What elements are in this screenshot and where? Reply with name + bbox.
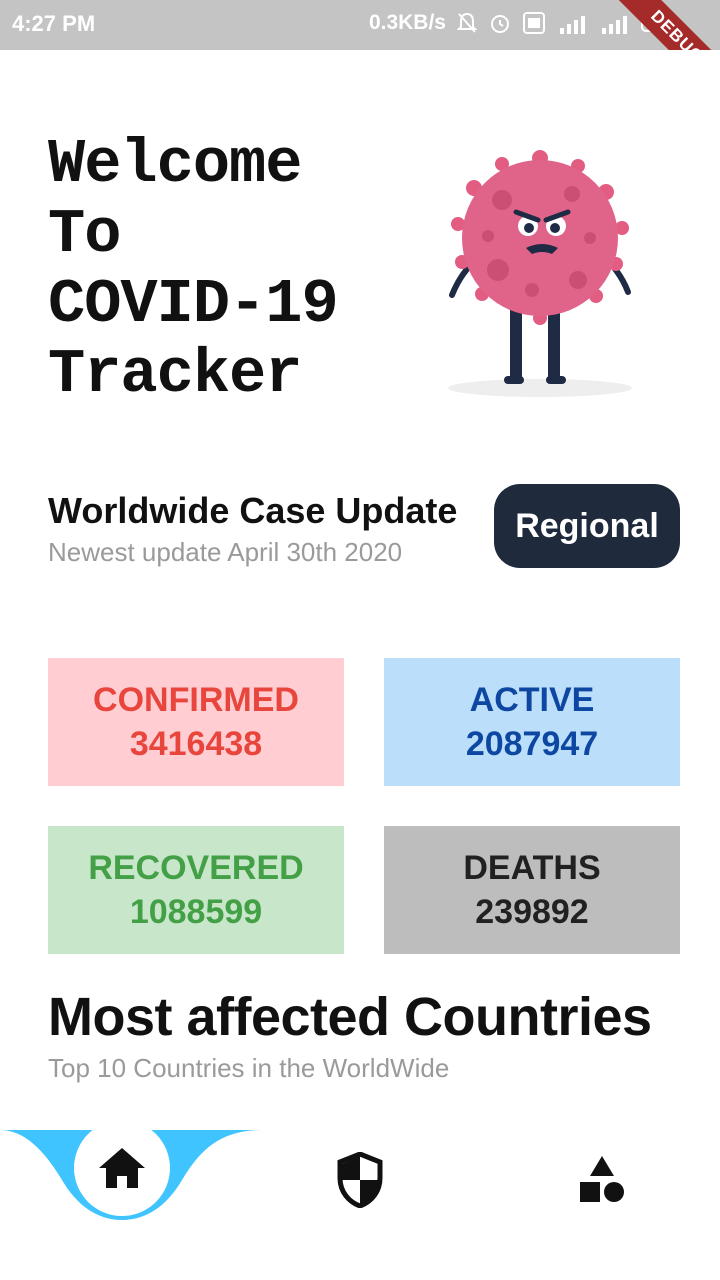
deaths-label: DEATHS	[463, 849, 601, 887]
deaths-value: 239892	[475, 893, 589, 931]
active-value: 2087947	[465, 725, 599, 763]
recovered-label: RECOVERED	[88, 849, 304, 887]
confirmed-card[interactable]: CONFIRMED 3416438	[48, 658, 344, 786]
most-affected-subtitle: Top 10 Countries in the WorldWide	[48, 1053, 450, 1083]
nav-home-button[interactable]	[74, 1120, 170, 1216]
nav-shapes-button[interactable]	[572, 1150, 632, 1210]
virus-foot-right	[546, 376, 566, 384]
most-affected-title: Most affected Countries	[48, 987, 652, 1047]
shapes-icon	[580, 1156, 624, 1202]
case-update-title: Worldwide Case Update	[48, 490, 458, 531]
bottom-nav	[0, 1120, 720, 1280]
status-bar: 4:27 PM 0.3KB/s DEBUG	[0, 0, 720, 50]
volte-icon	[523, 12, 545, 34]
case-update-subtitle: Newest update April 30th 2020	[48, 537, 403, 567]
virus-leg-right	[548, 305, 560, 383]
virus-leg-left	[510, 305, 522, 383]
active-card[interactable]: ACTIVE 2087947	[384, 658, 680, 786]
home-icon	[99, 1148, 145, 1188]
signal-icon	[602, 16, 627, 34]
active-label: ACTIVE	[469, 681, 595, 719]
recovered-card[interactable]: RECOVERED 1088599	[48, 826, 344, 954]
signal-4g-icon	[560, 16, 585, 34]
net-speed: 0.3KB/s	[368, 11, 446, 34]
confirmed-value: 3416438	[129, 725, 263, 763]
regional-button[interactable]: Regional	[494, 484, 680, 568]
recovered-value: 1088599	[129, 893, 263, 931]
shield-icon	[337, 1152, 383, 1208]
welcome-title: Welcome To COVID-19 Tracker	[48, 129, 339, 410]
deaths-card[interactable]: DEATHS 239892	[384, 826, 680, 954]
bell-off-icon	[456, 12, 478, 33]
confirmed-label: CONFIRMED	[93, 681, 299, 719]
status-time: 4:27 PM	[12, 11, 96, 36]
virus-illustration	[448, 150, 632, 397]
virus-shadow	[448, 379, 632, 397]
virus-foot-left	[504, 376, 524, 384]
nav-shield-button[interactable]	[330, 1150, 390, 1210]
alarm-icon	[491, 15, 509, 33]
